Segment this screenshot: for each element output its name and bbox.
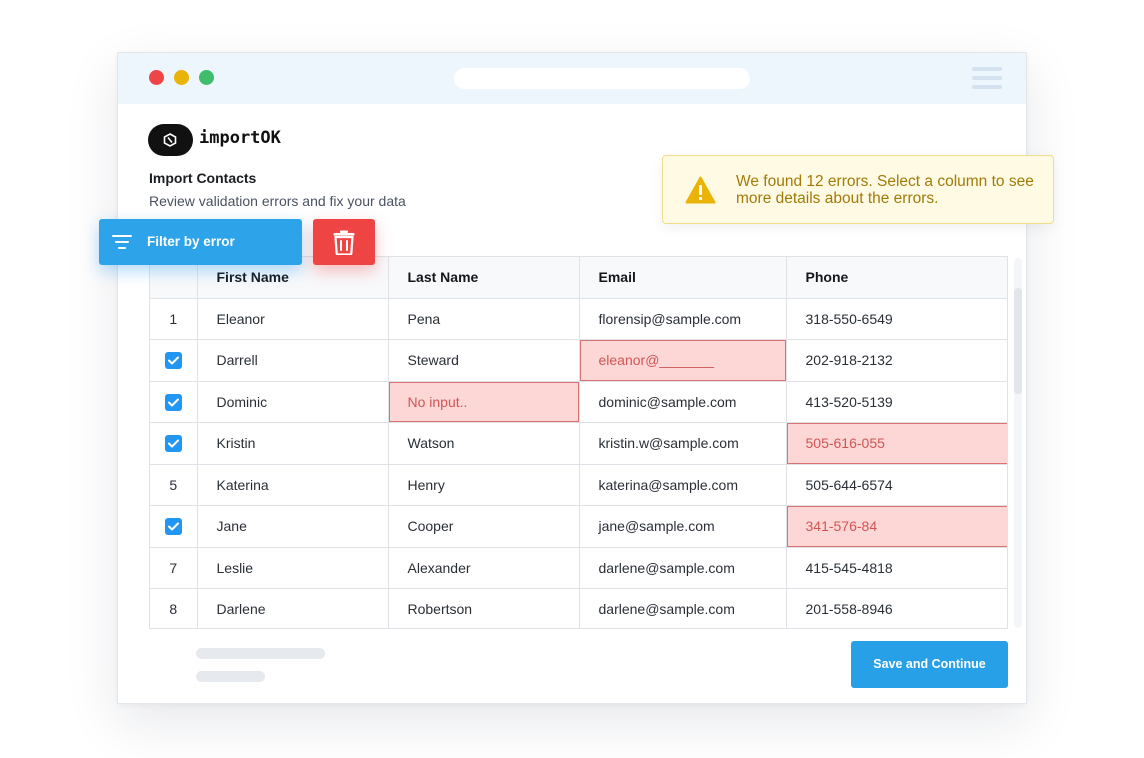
cell-email[interactable]: darlene@sample.com: [579, 588, 787, 628]
column-header-last-name[interactable]: Last Name: [388, 257, 580, 299]
page-subtitle: Review validation errors and fix your da…: [149, 193, 406, 209]
window-titlebar: [118, 53, 1026, 104]
table-row[interactable]: 1 Eleanor Pena florensip@sample.com 318-550-…: [150, 298, 1007, 340]
row-number[interactable]: 7: [150, 547, 198, 589]
skeleton-placeholder-line: [196, 648, 325, 659]
table-row[interactable]: 7 Leslie Alexander darlene@sample.com 415-54…: [150, 547, 1007, 589]
filter-icon: [112, 235, 132, 249]
cell-first[interactable]: Jane: [197, 505, 389, 548]
checkmark-icon: [167, 356, 179, 365]
column-header-phone[interactable]: Phone: [786, 257, 1007, 299]
cell-first[interactable]: Darlene: [197, 588, 389, 628]
cell-first[interactable]: Kristin: [197, 422, 389, 465]
logo-mark-icon: [163, 133, 177, 147]
hamburger-menu-icon[interactable]: [972, 67, 1002, 89]
cell-email[interactable]: kristin.w@sample.com: [579, 422, 787, 465]
cell-last[interactable]: Robertson: [388, 588, 580, 628]
checkmark-icon: [167, 398, 179, 407]
cell-last-error[interactable]: No input..: [388, 381, 580, 423]
table-scrollbar-thumb[interactable]: [1014, 288, 1022, 394]
cell-phone-error[interactable]: 505-616-055: [786, 422, 1007, 465]
cell-email[interactable]: jane@sample.com: [579, 505, 787, 548]
error-summary-alert: We found 12 errors. Select a column to s…: [662, 155, 1054, 224]
maximize-window-dot[interactable]: [199, 70, 214, 85]
cell-phone[interactable]: 201-558-8946: [786, 588, 1007, 628]
row-number[interactable]: 8: [150, 588, 198, 628]
cell-phone[interactable]: 415-545-4818: [786, 547, 1007, 589]
cell-email[interactable]: katerina@sample.com: [579, 464, 787, 506]
row-number[interactable]: 5: [150, 464, 198, 506]
cell-email[interactable]: dominic@sample.com: [579, 381, 787, 423]
cell-first[interactable]: Dominic: [197, 381, 389, 423]
column-header-email[interactable]: Email: [579, 257, 787, 299]
cell-first[interactable]: Eleanor: [197, 298, 389, 340]
cell-first[interactable]: Leslie: [197, 547, 389, 589]
row-checkbox[interactable]: [164, 352, 182, 370]
skeleton-placeholder-line: [196, 671, 265, 682]
app-logo-text: importOK: [199, 128, 281, 148]
cell-last[interactable]: Pena: [388, 298, 580, 340]
cell-first[interactable]: Darrell: [197, 339, 389, 382]
cell-phone[interactable]: 318-550-6549: [786, 298, 1007, 340]
warning-icon: [685, 176, 716, 204]
row-checkbox[interactable]: [164, 435, 182, 453]
alert-message: We found 12 errors. Select a column to s…: [736, 173, 1034, 207]
row-number[interactable]: 1: [150, 298, 198, 340]
cell-phone[interactable]: 413-520-5139: [786, 381, 1007, 423]
table-row[interactable]: Darrell Steward eleanor@_______ 202-918-213…: [150, 339, 1007, 382]
row-checkbox-cell[interactable]: [150, 422, 198, 465]
address-bar[interactable]: [454, 68, 750, 89]
cell-phone-error[interactable]: 341-576-84: [786, 505, 1007, 548]
filter-button-label: Filter by error: [147, 234, 235, 249]
table-row[interactable]: Kristin Watson kristin.w@sample.com 505-616…: [150, 422, 1007, 465]
cell-phone[interactable]: 202-918-2132: [786, 339, 1007, 382]
table-row[interactable]: Jane Cooper jane@sample.com 341-576-84: [150, 505, 1007, 548]
cell-last[interactable]: Watson: [388, 422, 580, 465]
table-row[interactable]: 5 Katerina Henry katerina@sample.com 505-644…: [150, 464, 1007, 506]
delete-rows-button[interactable]: [313, 219, 375, 265]
table-row[interactable]: 8 Darlene Robertson darlene@sample.com 201-5…: [150, 588, 1007, 628]
cell-email-error[interactable]: eleanor@_______: [579, 339, 787, 382]
checkmark-icon: [167, 522, 179, 531]
cell-email[interactable]: florensip@sample.com: [579, 298, 787, 340]
cell-first[interactable]: Katerina: [197, 464, 389, 506]
row-checkbox[interactable]: [164, 518, 182, 536]
cell-last[interactable]: Henry: [388, 464, 580, 506]
close-window-dot[interactable]: [149, 70, 164, 85]
checkmark-icon: [167, 439, 179, 448]
row-checkbox[interactable]: [164, 393, 182, 411]
cell-email[interactable]: darlene@sample.com: [579, 547, 787, 589]
filter-by-error-button[interactable]: Filter by error: [99, 219, 302, 265]
trash-icon: [333, 230, 355, 255]
cell-last[interactable]: Cooper: [388, 505, 580, 548]
save-and-continue-button[interactable]: Save and Continue: [851, 641, 1008, 688]
table-row[interactable]: Dominic No input.. dominic@sample.com 413-5…: [150, 381, 1007, 423]
app-logo-badge: [148, 124, 193, 156]
page-title: Import Contacts: [149, 170, 257, 186]
contacts-table: First Name Last Name Email Phone 1 Eleano…: [149, 256, 1008, 629]
cell-last[interactable]: Steward: [388, 339, 580, 382]
row-checkbox-cell[interactable]: [150, 339, 198, 382]
cell-last[interactable]: Alexander: [388, 547, 580, 589]
cell-phone[interactable]: 505-644-6574: [786, 464, 1007, 506]
minimize-window-dot[interactable]: [174, 70, 189, 85]
row-checkbox-cell[interactable]: [150, 381, 198, 423]
row-checkbox-cell[interactable]: [150, 505, 198, 548]
